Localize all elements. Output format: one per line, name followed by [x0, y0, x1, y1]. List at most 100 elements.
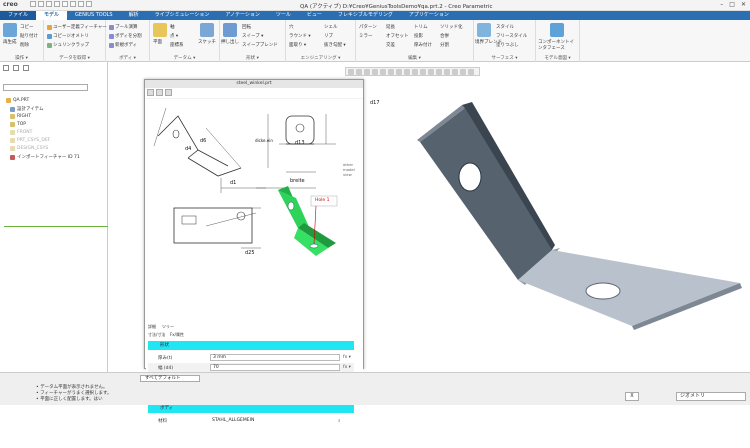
- rib-button[interactable]: リブ: [324, 33, 333, 39]
- refit-icon[interactable]: [348, 69, 354, 75]
- geometry-filter-select[interactable]: ジオメトリ: [676, 392, 746, 401]
- extrude-icon[interactable]: [223, 23, 237, 37]
- style-button[interactable]: スタイル: [496, 24, 514, 30]
- window-icon[interactable]: [78, 1, 84, 7]
- group-label[interactable]: データム ▾: [150, 55, 219, 61]
- split-button[interactable]: 分割: [440, 42, 449, 48]
- fx-button[interactable]: fx ▾: [343, 365, 351, 370]
- repaint-icon[interactable]: [372, 69, 378, 75]
- tree-item-root[interactable]: QA.PRT: [6, 98, 29, 103]
- section-icon[interactable]: [412, 69, 418, 75]
- section-shape[interactable]: 形状: [148, 341, 354, 350]
- tab-model[interactable]: モデル: [36, 11, 68, 20]
- tab-tools[interactable]: ツール: [268, 11, 299, 20]
- group-label[interactable]: エンジニアリング ▾: [286, 55, 355, 61]
- copy-button[interactable]: コピー: [20, 24, 34, 30]
- boolean-button[interactable]: ブール演算: [109, 24, 138, 30]
- fill-button[interactable]: 塗りつぶし: [496, 42, 519, 48]
- split-body-button[interactable]: ボディを分割: [109, 33, 142, 39]
- tab-annotation[interactable]: アノテーション: [217, 11, 267, 20]
- perspective-icon[interactable]: [404, 69, 410, 75]
- draft-button[interactable]: 抜き勾配 ▾: [324, 42, 346, 48]
- merge-button[interactable]: 合併: [440, 33, 449, 39]
- component-interface-button[interactable]: コンポーネントインタフェース: [538, 39, 578, 51]
- intersect-button[interactable]: 交差: [386, 42, 395, 48]
- tab-applications[interactable]: アプリケーション: [401, 11, 457, 20]
- tree-item-import-feature[interactable]: インポートフィーチャー ID 71: [10, 154, 80, 160]
- datum-display-icon[interactable]: [420, 69, 426, 75]
- model-viewport[interactable]: [370, 90, 750, 340]
- swept-blend-button[interactable]: スイープブレンド: [242, 42, 278, 48]
- material-value[interactable]: STAHL_ALLGEMEIN: [210, 418, 335, 423]
- tree-item-front[interactable]: FRONT: [10, 130, 32, 135]
- favorites-tab-icon[interactable]: [23, 65, 29, 71]
- tab-details[interactable]: 詳細: [148, 324, 156, 330]
- plane-icon[interactable]: [153, 23, 167, 37]
- saved-views-icon[interactable]: [388, 69, 394, 75]
- close-button[interactable]: ✕: [741, 1, 746, 8]
- paste-button[interactable]: 貼り付け: [20, 33, 38, 39]
- point-button[interactable]: 点 ▾: [170, 33, 178, 39]
- tree-item-design-csys[interactable]: DESIGN_CSYS: [10, 146, 48, 151]
- print-icon[interactable]: [156, 89, 163, 96]
- search-icon[interactable]: ⌕: [338, 418, 341, 424]
- offset-button[interactable]: オフセット: [386, 33, 409, 39]
- minimize-button[interactable]: –: [720, 1, 723, 8]
- regenerate-button[interactable]: 再生成: [3, 39, 17, 45]
- tab-tree[interactable]: ツリー: [162, 324, 174, 330]
- view-manager-icon[interactable]: [396, 69, 402, 75]
- tree-item-top[interactable]: TOP: [10, 122, 26, 127]
- save-icon[interactable]: [46, 1, 52, 7]
- group-label[interactable]: ボディ ▾: [106, 55, 149, 61]
- regenerate-icon[interactable]: [70, 1, 76, 7]
- group-label[interactable]: 編集 ▾: [356, 55, 473, 61]
- tree-search-input[interactable]: [3, 84, 88, 91]
- subtab-dimensions[interactable]: 寸法/寸法: [148, 332, 165, 338]
- open-drawing-icon[interactable]: [147, 89, 154, 96]
- tab-flexible-modeling[interactable]: フレキシブルモデリング: [330, 11, 401, 20]
- pattern-button[interactable]: パターン: [359, 24, 377, 30]
- tab-genius-tools[interactable]: GENIUS TOOLS: [67, 11, 121, 20]
- layers-icon[interactable]: [460, 69, 466, 75]
- render-icon[interactable]: [468, 69, 474, 75]
- section-body[interactable]: ボディ: [148, 404, 354, 413]
- delete-button[interactable]: 削除: [20, 42, 29, 48]
- sweep-button[interactable]: スイープ ▾: [242, 33, 263, 39]
- shell-button[interactable]: シェル: [324, 24, 338, 30]
- subtab-attributes[interactable]: Fx/属性: [170, 332, 184, 338]
- hole-button[interactable]: 穴: [289, 24, 294, 30]
- thicken-button[interactable]: 厚み付け: [414, 42, 432, 48]
- close-window-icon[interactable]: [86, 1, 92, 7]
- fx-button[interactable]: fx ▾: [343, 355, 351, 360]
- shrinkwrap-button[interactable]: シュリンクラップ: [47, 42, 89, 48]
- status-tab[interactable]: すべてデフォルト: [140, 375, 200, 382]
- tab-live-simulation[interactable]: ライブシミュレーション: [147, 11, 218, 20]
- copy-geometry-button[interactable]: コピージオメトリ: [47, 33, 89, 39]
- boundary-blend-icon[interactable]: [477, 23, 491, 37]
- group-label[interactable]: サーフェス ▾: [474, 55, 535, 61]
- tab-file[interactable]: ファイル: [0, 11, 37, 20]
- spin-center-icon[interactable]: [436, 69, 442, 75]
- chamfer-button[interactable]: 面取り ▾: [289, 42, 306, 48]
- redo-icon[interactable]: [62, 1, 68, 7]
- regenerate-icon[interactable]: [3, 23, 17, 37]
- new-body-button[interactable]: 新規ボディ: [109, 42, 137, 48]
- settings-icon[interactable]: [452, 69, 458, 75]
- extrude-button[interactable]: 押し出し: [221, 39, 239, 45]
- zoom-out-icon[interactable]: [364, 69, 370, 75]
- axis-button[interactable]: 軸: [170, 24, 175, 30]
- tab-analysis[interactable]: 解析: [121, 11, 147, 20]
- group-label[interactable]: モデル意図 ▾: [536, 55, 579, 61]
- plane-button[interactable]: 平面: [153, 39, 162, 45]
- udf-button[interactable]: ユーザー定義フィーチャー: [47, 24, 107, 30]
- undo-icon[interactable]: [54, 1, 60, 7]
- selection-filter-icon[interactable]: X: [625, 392, 639, 401]
- group-label[interactable]: データを取得 ▾: [44, 55, 105, 61]
- display-style-icon[interactable]: [380, 69, 386, 75]
- csys-button[interactable]: 座標系: [170, 42, 184, 48]
- sketch-icon[interactable]: [200, 23, 214, 37]
- model-tree-tab-icon[interactable]: [3, 65, 9, 71]
- zoom-in-icon[interactable]: [356, 69, 362, 75]
- round-button[interactable]: ラウンド ▾: [289, 33, 311, 39]
- tree-item-right[interactable]: RIGHT: [10, 114, 31, 119]
